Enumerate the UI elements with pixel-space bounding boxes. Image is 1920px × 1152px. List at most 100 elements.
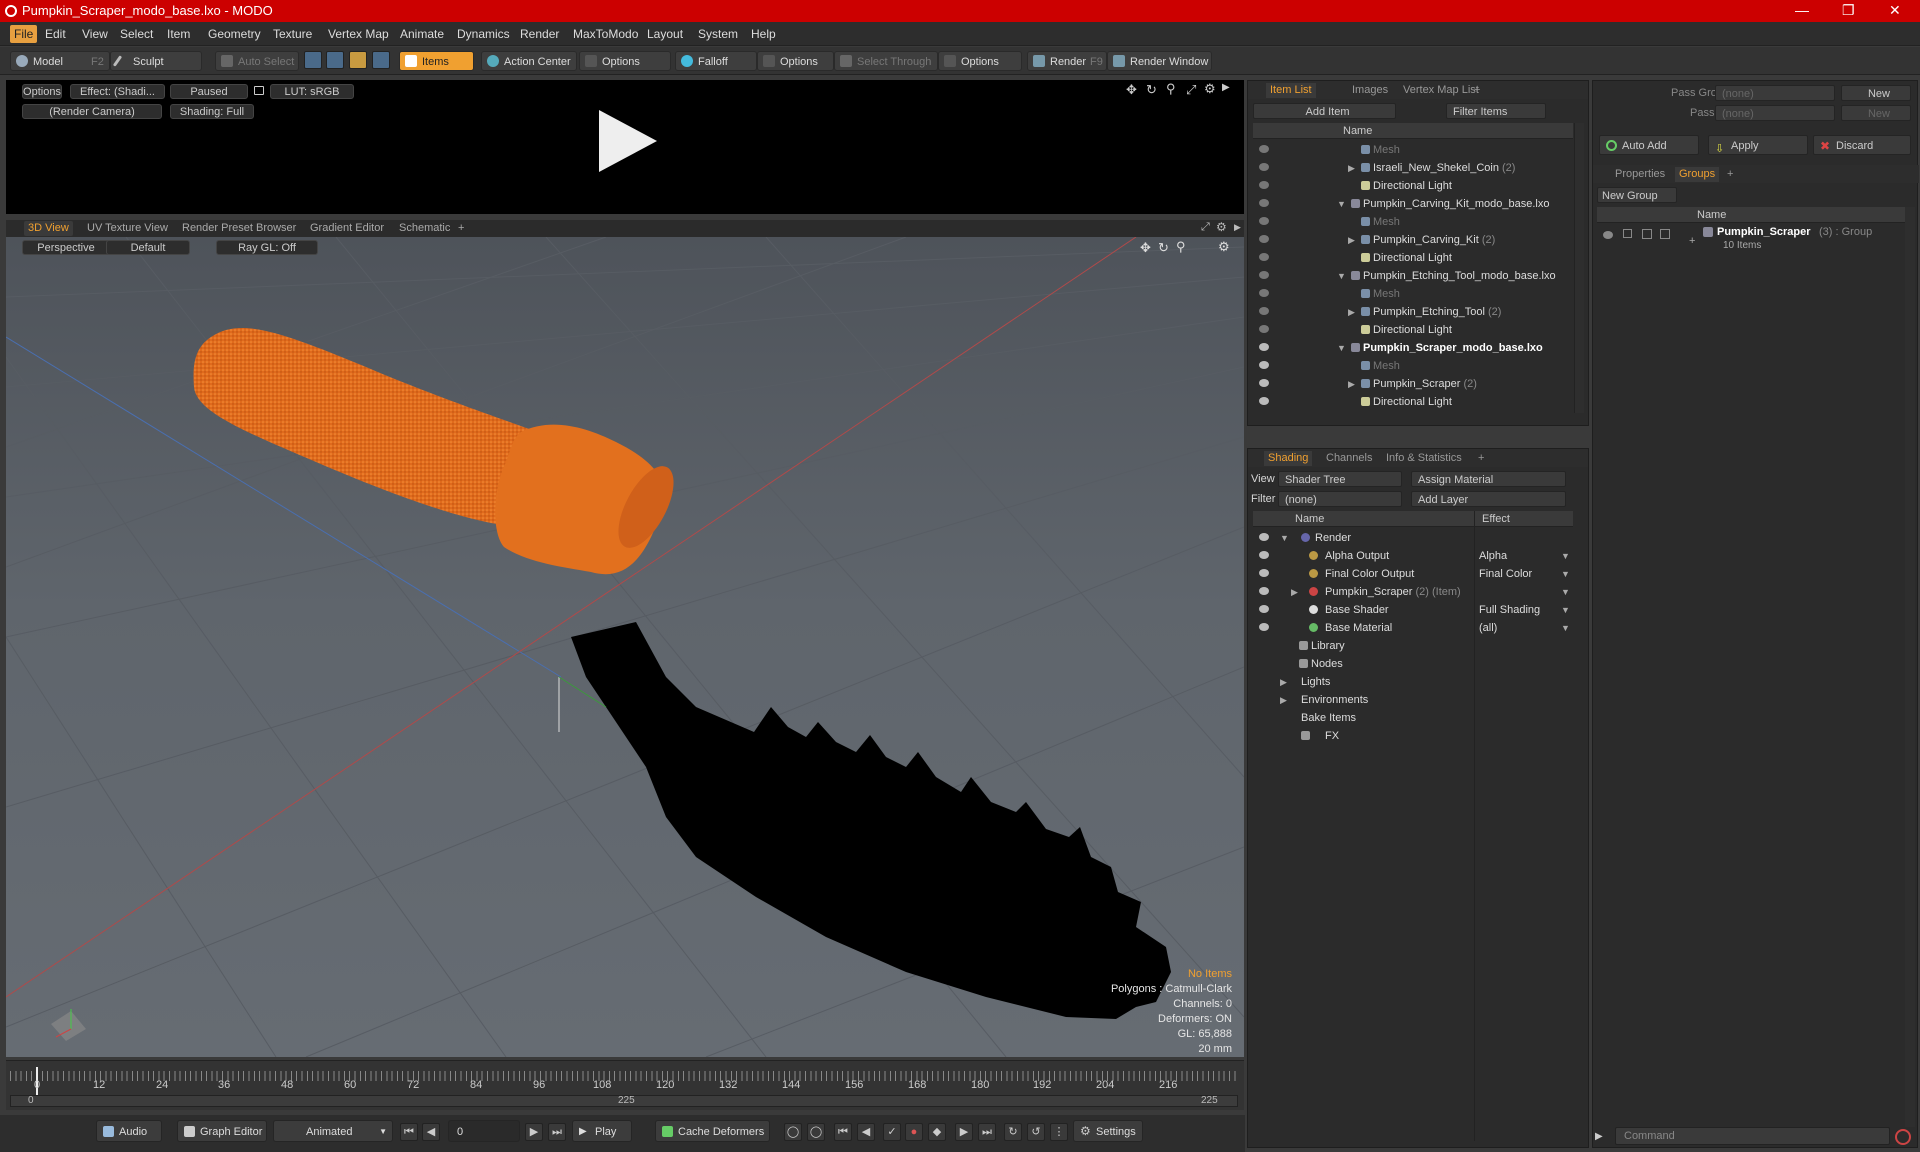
sculpt-button[interactable]: Sculpt xyxy=(110,51,202,71)
items-button[interactable]: Items xyxy=(399,51,474,71)
table-row[interactable]: ▼ Pumpkin_Scraper_modo_base.lxo xyxy=(1253,339,1573,357)
group-expand-icon[interactable]: + xyxy=(1689,235,1695,247)
play-icon[interactable] xyxy=(591,106,661,176)
menu-select[interactable]: Select xyxy=(120,27,153,41)
table-row[interactable]: Mesh xyxy=(1253,285,1573,303)
key-icon-2[interactable]: ◯ xyxy=(807,1123,825,1141)
menu-help[interactable]: Help xyxy=(751,27,776,41)
chevron-down-icon[interactable]: ▼ xyxy=(1561,601,1570,619)
group-row[interactable]: + Pumpkin_Scraper (3) : Group 10 Items xyxy=(1597,225,1913,259)
table-row[interactable]: ▶ Pumpkin_Carving_Kit (2) xyxy=(1253,231,1573,249)
command-history-icon[interactable] xyxy=(1895,1129,1911,1145)
shader-row[interactable]: Bake Items xyxy=(1253,709,1573,727)
effect-value[interactable]: Full Shading xyxy=(1479,601,1571,619)
arrow-right-icon[interactable]: ▶ xyxy=(1222,82,1230,93)
menu-view[interactable]: View xyxy=(82,27,108,41)
visibility-eye-icon[interactable] xyxy=(1259,569,1269,577)
visibility-eye-icon[interactable] xyxy=(1259,587,1269,595)
new-group-button[interactable]: New Group xyxy=(1597,187,1677,203)
tab-gradient-editor[interactable]: Gradient Editor xyxy=(306,221,388,236)
key-icon-1[interactable]: ◯ xyxy=(784,1123,802,1141)
prev-icon[interactable]: ◀ xyxy=(857,1123,875,1141)
menu-maxtomodo[interactable]: MaxToModo xyxy=(573,27,638,41)
lock-icon[interactable] xyxy=(254,86,264,95)
frame-field[interactable]: 0 xyxy=(448,1120,520,1142)
visibility-eye-icon[interactable] xyxy=(1259,605,1269,613)
filter-dropdown[interactable]: (none) xyxy=(1278,491,1402,507)
edge-mode-icon[interactable] xyxy=(326,51,344,69)
menu-render[interactable]: Render xyxy=(520,27,559,41)
3d-viewport[interactable]: Perspective Default Ray GL: Off ✥ ↻ ⚲ ⚙ … xyxy=(6,237,1244,1057)
model-button[interactable]: Model F2 xyxy=(10,51,110,71)
effect-value[interactable]: (all) xyxy=(1479,619,1571,637)
tab-render-preset-browser[interactable]: Render Preset Browser xyxy=(178,221,300,236)
rotate-icon[interactable]: ↻ xyxy=(1146,82,1157,98)
gear-icon[interactable]: ⚙ xyxy=(1204,81,1216,97)
menu-edit[interactable]: Edit xyxy=(45,27,66,41)
visibility-eye-icon[interactable] xyxy=(1259,623,1269,631)
tab-info-statistics[interactable]: Info & Statistics xyxy=(1382,451,1466,466)
animated-dropdown[interactable]: Animated ▼ xyxy=(273,1120,393,1142)
options-button-1[interactable]: Options xyxy=(579,51,671,71)
maximize-icon[interactable]: ❐ xyxy=(1842,2,1855,19)
table-row[interactable]: ▶ Pumpkin_Scraper (2) xyxy=(1253,375,1573,393)
menu-dynamics[interactable]: Dynamics xyxy=(457,27,510,41)
effect-value[interactable]: Alpha xyxy=(1479,547,1571,565)
add-item-dropdown[interactable]: Add Item xyxy=(1253,103,1396,119)
menu-animate[interactable]: Animate xyxy=(400,27,444,41)
visibility-eye-icon[interactable] xyxy=(1259,163,1269,171)
preview-shading-dropdown[interactable]: Shading: Full xyxy=(170,104,254,119)
tab-item-list[interactable]: Item List xyxy=(1266,83,1316,98)
render-window-button[interactable]: Render Window xyxy=(1107,51,1212,71)
next-icon[interactable]: ▶ xyxy=(955,1123,973,1141)
shader-row[interactable]: Alpha Output Alpha ▼ xyxy=(1253,547,1573,565)
material-mode-icon[interactable] xyxy=(372,51,390,69)
shader-row[interactable]: ▶ Environments xyxy=(1253,691,1573,709)
tab-uv-texture-view[interactable]: UV Texture View xyxy=(83,221,172,236)
visibility-eye-icon[interactable] xyxy=(1259,253,1269,261)
auto-select-button[interactable]: Auto Select xyxy=(215,51,299,71)
table-row[interactable]: ▶ Israeli_New_Shekel_Coin (2) xyxy=(1253,159,1573,177)
step-back-icon[interactable]: ◀ xyxy=(422,1123,440,1141)
group-eye-icon[interactable] xyxy=(1603,231,1613,239)
record-icon[interactable]: ● xyxy=(905,1123,923,1141)
tab-channels[interactable]: Channels xyxy=(1322,451,1376,466)
shader-row[interactable]: ▶ Pumpkin_Scraper (2) (Item) ▼ xyxy=(1253,583,1573,601)
visibility-eye-icon[interactable] xyxy=(1259,217,1269,225)
discard-button[interactable]: ✖ Discard xyxy=(1813,135,1911,155)
visibility-eye-icon[interactable] xyxy=(1259,181,1269,189)
falloff-button[interactable]: Falloff xyxy=(675,51,757,71)
expand-icon[interactable]: ▶ xyxy=(1348,375,1355,393)
expand-icon[interactable]: ▶ xyxy=(1280,691,1287,709)
table-row[interactable]: Directional Light xyxy=(1253,321,1573,339)
expand-icon[interactable]: ▶ xyxy=(1280,673,1287,691)
maximize-view-icon[interactable]: ⤢ xyxy=(1186,82,1196,98)
pumpkin-scraper-model[interactable] xyxy=(6,237,1244,1057)
visibility-eye-icon[interactable] xyxy=(1259,235,1269,243)
new-pass-group-button[interactable]: New xyxy=(1841,85,1911,101)
skip-end-icon[interactable]: ⏭ xyxy=(548,1123,566,1141)
expand-icon[interactable]: ▶ xyxy=(1348,231,1355,249)
filter-items-input[interactable]: Filter Items xyxy=(1446,103,1546,119)
visibility-eye-icon[interactable] xyxy=(1259,145,1269,153)
shader-row[interactable]: Base Shader Full Shading ▼ xyxy=(1253,601,1573,619)
options-button-2[interactable]: Options xyxy=(757,51,834,71)
visibility-eye-icon[interactable] xyxy=(1259,551,1269,559)
graph-editor-button[interactable]: Graph Editor xyxy=(177,1120,267,1142)
preview-paused-button[interactable]: Paused xyxy=(170,84,248,99)
render-button[interactable]: Render F9 xyxy=(1027,51,1107,71)
polygon-mode-icon[interactable] xyxy=(349,51,367,69)
tab-shading[interactable]: Shading xyxy=(1264,451,1313,466)
visibility-eye-icon[interactable] xyxy=(1259,307,1269,315)
vp-zoom-icon[interactable]: ⚲ xyxy=(1176,239,1186,255)
group-check-icon-2[interactable] xyxy=(1660,229,1670,239)
tab-3d-view[interactable]: 3D View xyxy=(24,221,73,236)
menu-texture[interactable]: Texture xyxy=(273,27,312,41)
expand-icon[interactable]: ⤢ xyxy=(1201,221,1210,234)
vp-pan-icon[interactable]: ✥ xyxy=(1140,240,1151,256)
table-row[interactable]: Directional Light xyxy=(1253,393,1573,411)
tab-properties[interactable]: Properties xyxy=(1611,167,1669,182)
table-row[interactable]: ▼ Pumpkin_Etching_Tool_modo_base.lxo xyxy=(1253,267,1573,285)
shader-row[interactable]: Library xyxy=(1253,637,1573,655)
command-arrow-icon[interactable]: ▶ xyxy=(1595,1131,1603,1142)
